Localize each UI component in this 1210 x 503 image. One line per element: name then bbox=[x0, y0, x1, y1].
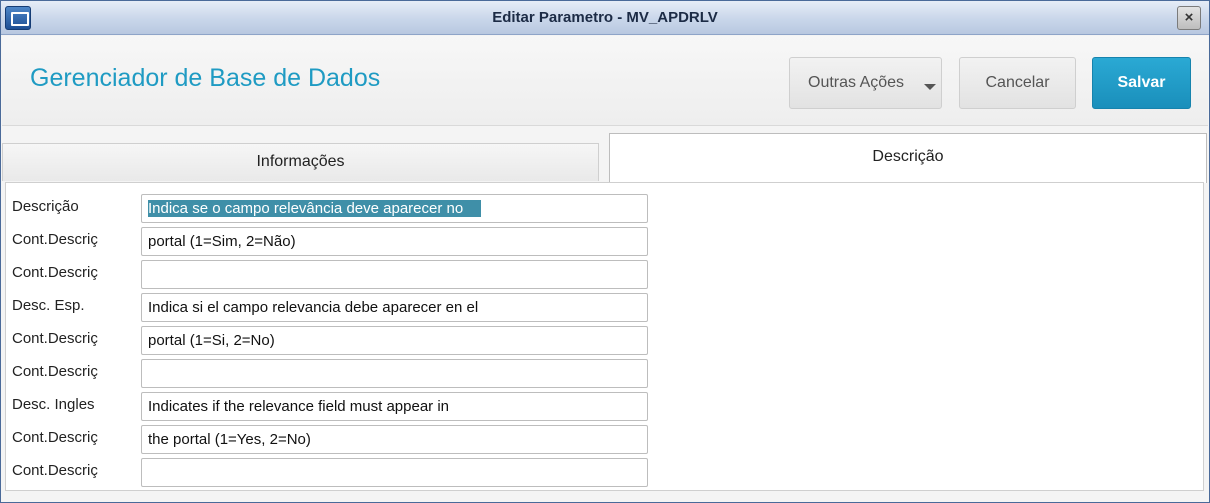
form-row: Cont.Descriç bbox=[6, 358, 1203, 390]
tab-descricao-label: Descrição bbox=[872, 148, 944, 165]
field-value: portal (1=Si, 2=No) bbox=[148, 332, 275, 349]
form-row: Cont.Descriç portal (1=Si, 2=No) bbox=[6, 325, 1203, 357]
form-row: Cont.Descriç bbox=[6, 259, 1203, 291]
field-value: the portal (1=Yes, 2=No) bbox=[148, 431, 311, 448]
dialog-window: Editar Parametro - MV_APDRLV × Gerenciad… bbox=[0, 0, 1210, 503]
form-row: Cont.Descriç the portal (1=Yes, 2=No) bbox=[6, 424, 1203, 456]
desc-esp-field[interactable]: Indica si el campo relevancia debe apare… bbox=[141, 293, 648, 322]
chevron-down-icon bbox=[924, 84, 936, 90]
field-label: Desc. Ingles bbox=[12, 396, 95, 413]
tab-descricao[interactable]: Descrição bbox=[609, 133, 1207, 183]
field-label: Cont.Descriç bbox=[12, 363, 98, 380]
form-row: Desc. Esp. Indica si el campo relevancia… bbox=[6, 292, 1203, 324]
form-row: Descrição Indica se o campo relevância d… bbox=[6, 193, 1203, 225]
cont-descricao-field[interactable] bbox=[141, 260, 648, 289]
window-title: Editar Parametro - MV_APDRLV bbox=[492, 9, 718, 26]
desc-ingles-field[interactable]: Indicates if the relevance field must ap… bbox=[141, 392, 648, 421]
page-header: Gerenciador de Base de Dados Outras Açõe… bbox=[2, 36, 1208, 126]
cont-descricao-field[interactable]: the portal (1=Yes, 2=No) bbox=[141, 425, 648, 454]
cancel-button[interactable]: Cancelar bbox=[959, 57, 1076, 109]
description-panel: Descrição Indica se o campo relevância d… bbox=[5, 182, 1204, 491]
field-label: Descrição bbox=[12, 198, 79, 215]
field-label: Cont.Descriç bbox=[12, 264, 98, 281]
field-value: Indica se o campo relevância deve aparec… bbox=[148, 200, 482, 217]
close-icon[interactable]: × bbox=[1177, 6, 1201, 30]
tab-bar: Informações Descrição bbox=[2, 126, 1208, 183]
save-button[interactable]: Salvar bbox=[1092, 57, 1191, 109]
cont-descricao-field[interactable]: portal (1=Si, 2=No) bbox=[141, 326, 648, 355]
cont-descricao-field[interactable] bbox=[141, 359, 648, 388]
form-row: Cont.Descriç bbox=[6, 457, 1203, 489]
page-title: Gerenciador de Base de Dados bbox=[30, 64, 381, 92]
field-label: Desc. Esp. bbox=[12, 297, 85, 314]
title-bar: Editar Parametro - MV_APDRLV × bbox=[1, 1, 1209, 35]
form-row: Desc. Ingles Indicates if the relevance … bbox=[6, 391, 1203, 423]
tab-informacoes-label: Informações bbox=[256, 153, 345, 170]
outras-acoes-button[interactable]: Outras Ações bbox=[789, 57, 942, 109]
tab-informacoes[interactable]: Informações bbox=[2, 143, 599, 181]
cont-descricao-field[interactable]: portal (1=Sim, 2=Não) bbox=[141, 227, 648, 256]
cont-descricao-field[interactable] bbox=[141, 458, 648, 487]
outras-acoes-label: Outras Ações bbox=[808, 74, 905, 91]
form-row: Cont.Descriç portal (1=Sim, 2=Não) bbox=[6, 226, 1203, 258]
field-value: Indicates if the relevance field must ap… bbox=[148, 398, 450, 415]
descricao-field[interactable]: Indica se o campo relevância deve aparec… bbox=[141, 194, 648, 223]
field-label: Cont.Descriç bbox=[12, 462, 98, 479]
field-value: portal (1=Sim, 2=Não) bbox=[148, 233, 296, 250]
field-label: Cont.Descriç bbox=[12, 231, 98, 248]
field-value: Indica si el campo relevancia debe apare… bbox=[148, 299, 479, 316]
field-label: Cont.Descriç bbox=[12, 429, 98, 446]
field-label: Cont.Descriç bbox=[12, 330, 98, 347]
